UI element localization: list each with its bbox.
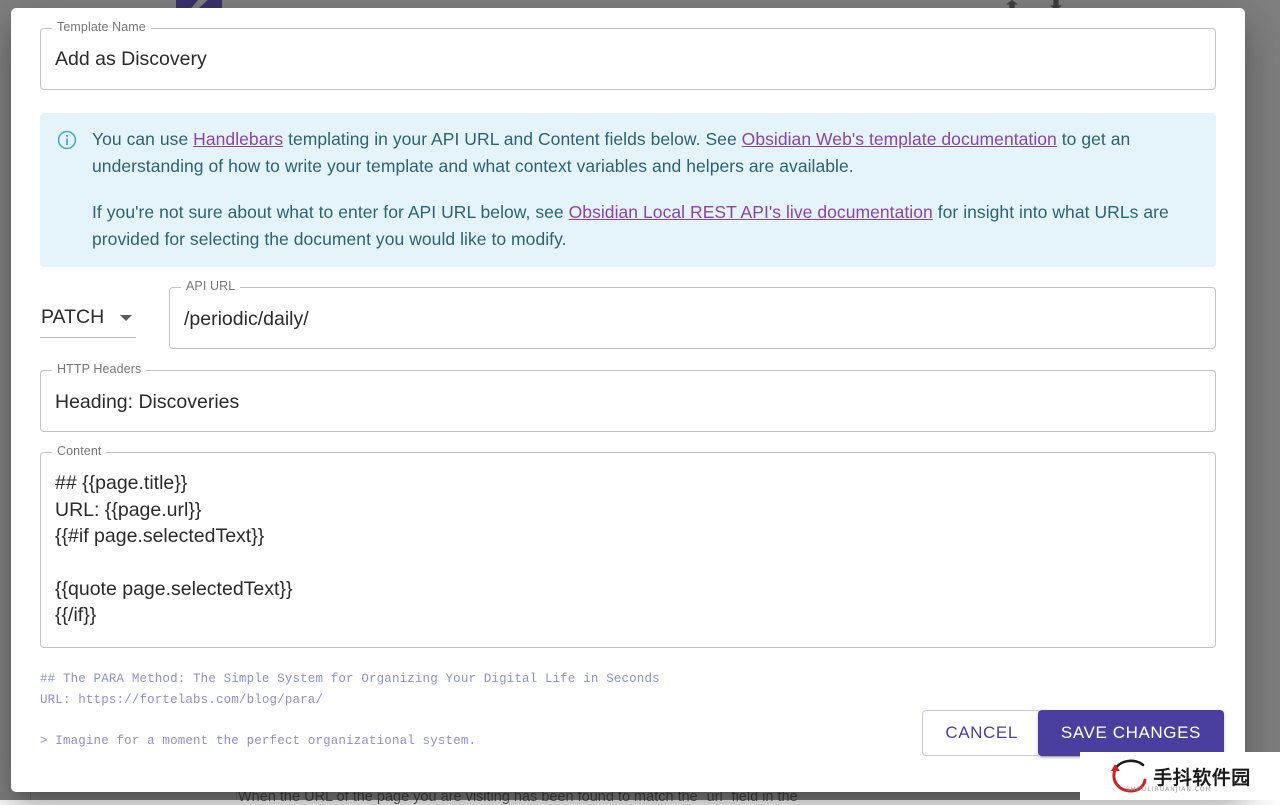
obsidian-web-template-documentation-link[interactable]: Obsidian Web's template documentation <box>742 129 1057 149</box>
template-name-input[interactable]: Add as Discovery <box>41 29 1215 90</box>
info-alert-paragraph-1: You can use Handlebars templating in you… <box>92 126 1200 179</box>
handlebars-link[interactable]: Handlebars <box>193 129 283 149</box>
dialog-content: Template Name Add as Discovery You can u… <box>11 8 1245 792</box>
template-name-field[interactable]: Template Name Add as Discovery <box>40 28 1216 90</box>
api-url-label: API URL <box>181 280 240 293</box>
info-p1-part2: templating in your API URL and Content f… <box>283 129 742 149</box>
save-changes-button[interactable]: SAVE CHANGES <box>1038 710 1224 756</box>
info-alert-paragraph-2: If you're not sure about what to enter f… <box>92 199 1200 252</box>
info-alert: You can use Handlebars templating in you… <box>40 113 1216 267</box>
content-textarea[interactable]: ## {{page.title}} URL: {{page.url}} {{#i… <box>41 453 1215 646</box>
edit-template-dialog: Template Name Add as Discovery You can u… <box>11 8 1245 792</box>
api-url-input[interactable]: /periodic/daily/ <box>170 288 1215 350</box>
dialog-actions: CANCEL SAVE CHANGES <box>922 710 1224 756</box>
background-logo-fragment-left <box>176 0 198 8</box>
info-circle-icon <box>56 129 78 151</box>
info-p2-part1: If you're not sure about what to enter f… <box>92 202 569 222</box>
api-url-row: PATCH API URL /periodic/daily/ <box>40 287 1216 349</box>
content-field[interactable]: Content ## {{page.title}} URL: {{page.ur… <box>40 452 1216 648</box>
info-p1-part1: You can use <box>92 129 193 149</box>
chevron-down-icon <box>120 315 132 321</box>
http-headers-field[interactable]: HTTP Headers Heading: Discoveries <box>40 370 1216 432</box>
http-headers-label: HTTP Headers <box>52 363 146 376</box>
cancel-button[interactable]: CANCEL <box>922 710 1041 756</box>
template-name-label: Template Name <box>52 21 151 34</box>
content-label: Content <box>52 445 106 458</box>
http-method-value: PATCH <box>40 306 104 329</box>
watermark: 手抖软件园 SHOULIRUANJIAN.COM <box>1080 752 1280 800</box>
http-headers-input[interactable]: Heading: Discoveries <box>41 371 1215 433</box>
watermark-subtext: SHOULIRUANJIAN.COM <box>1126 786 1212 793</box>
api-url-field[interactable]: API URL /periodic/daily/ <box>169 287 1216 349</box>
http-method-select[interactable]: PATCH <box>40 306 136 338</box>
obsidian-local-rest-api-documentation-link[interactable]: Obsidian Local REST API's live documenta… <box>569 202 933 222</box>
info-alert-body: You can use Handlebars templating in you… <box>92 126 1200 252</box>
